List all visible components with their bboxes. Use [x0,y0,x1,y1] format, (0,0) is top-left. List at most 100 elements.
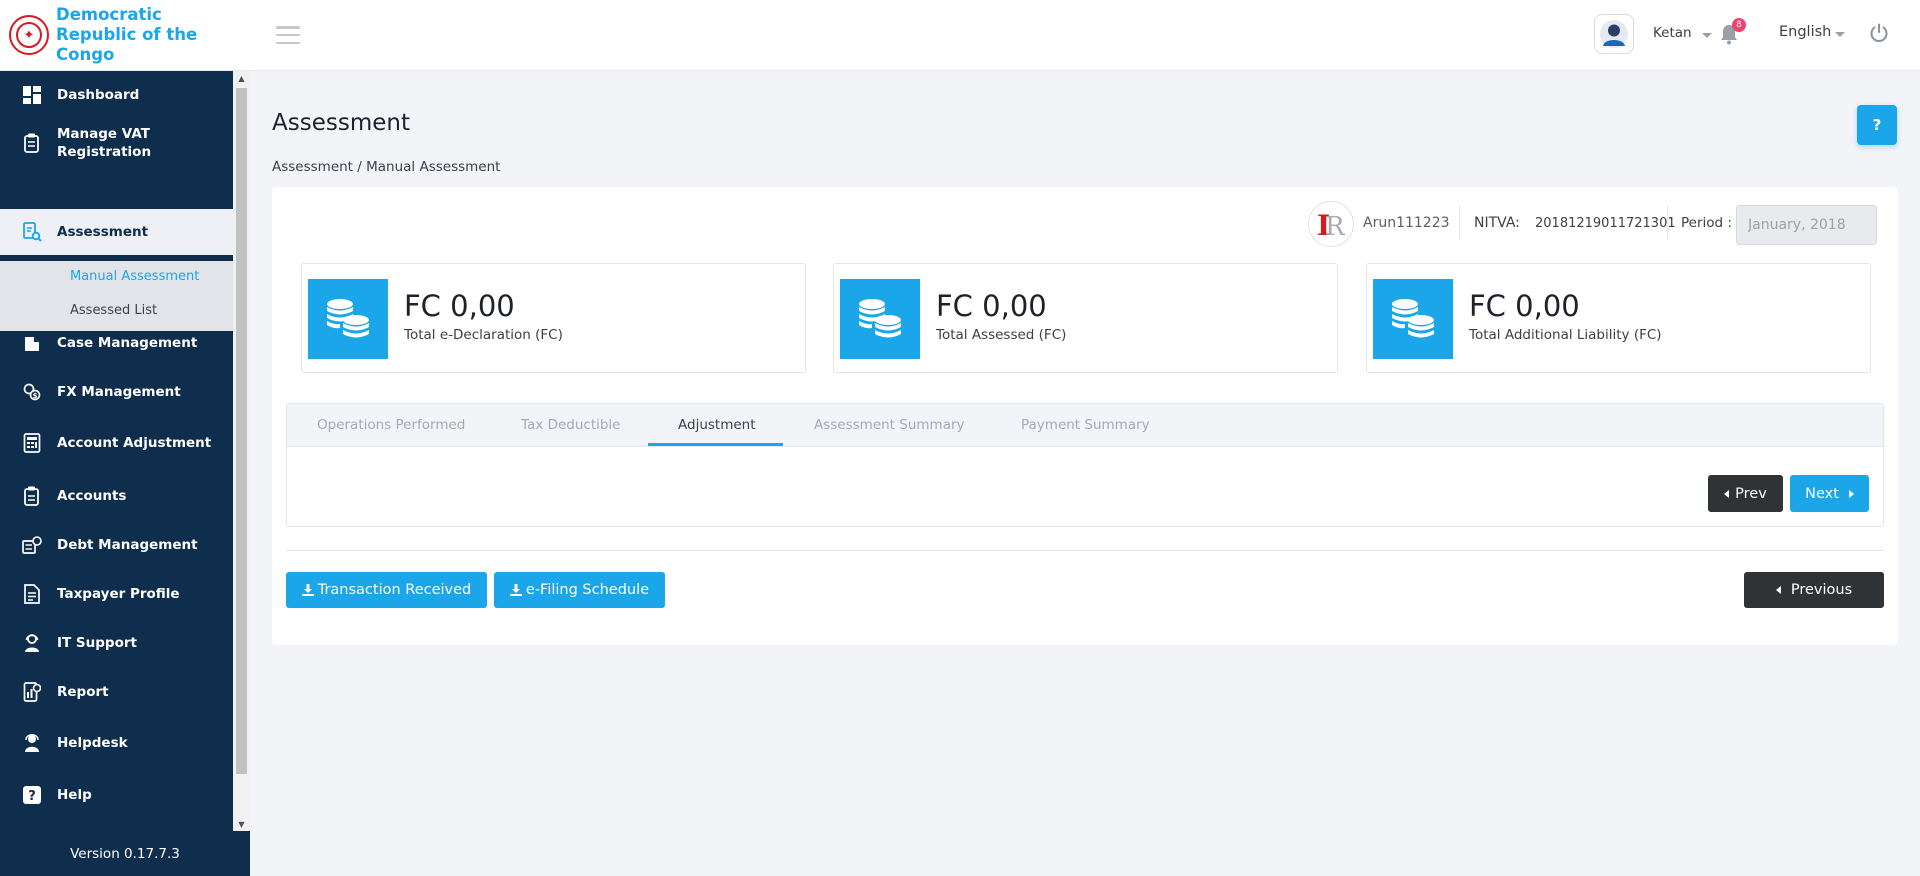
sidebar-menu: Dashboard Manage VAT Registration Assess… [0,71,233,831]
registration-icon [22,133,42,153]
user-menu-chevron-down-icon[interactable] [1702,33,1712,38]
efiling-schedule-label: e-Filing Schedule [525,582,650,598]
header-divider [1667,205,1668,240]
stat-label: Total Additional Liability (FC) [1469,327,1662,343]
sidebar-item-label: Help [57,787,92,803]
coins-icon [840,279,920,359]
sidebar-item-assessment[interactable]: Assessment [0,209,233,255]
efiling-schedule-button[interactable]: e-Filing Schedule [494,572,665,608]
sidebar-item-case-management[interactable]: Case Management [0,327,233,359]
next-button-label: Next [1805,485,1839,502]
tabs-bar: Operations Performed Tax Deductible Adju… [287,404,1883,447]
caret-left-icon [1775,586,1781,594]
tab-assessment-summary[interactable]: Assessment Summary [814,417,965,433]
sidebar-item-label: Assessment [57,224,149,240]
download-icon [301,584,314,596]
sidebar-item-account-adjustment[interactable]: Account Adjustment [0,427,233,459]
prev-button[interactable]: Prev [1708,475,1783,512]
period-label: Period : [1681,215,1732,231]
transaction-received-label: Transaction Received [317,582,472,598]
tab-tax-deductible[interactable]: Tax Deductible [521,417,620,433]
sidebar-item-vat-registration[interactable]: Manage VAT Registration [0,122,233,164]
hamburger-menu-icon[interactable] [276,26,300,44]
sidebar-item-label: Debt Management [57,537,198,553]
previous-button[interactable]: Previous [1744,572,1884,608]
scroll-down-arrow-icon[interactable]: ▼ [233,817,250,831]
sidebar-item-label: Case Management [57,335,198,351]
coins-icon [1373,279,1453,359]
language-chevron-down-icon[interactable] [1835,32,1845,37]
brand[interactable]: ✦ Democratic Republic of the Congo [0,0,250,71]
user-name[interactable]: Ketan [1653,25,1692,41]
previous-button-label: Previous [1790,582,1853,598]
top-header: Ketan 8 English [250,0,1920,71]
assessment-submenu: Manual Assessment Assessed List [0,261,233,331]
nitva-label: NITVA: [1474,215,1520,231]
breadcrumb: Assessment / Manual Assessment [272,159,501,175]
language-selector[interactable]: English [1779,24,1831,40]
transaction-received-button[interactable]: Transaction Received [286,572,487,608]
debt-icon [22,535,42,555]
sidebar-item-label: IT Support [57,635,137,651]
stat-label: Total e-Declaration (FC) [404,327,563,343]
sidebar-scrollbar[interactable]: ▲ ▼ [233,71,250,831]
caret-right-icon [1848,489,1854,498]
logout-power-icon[interactable] [1868,22,1890,44]
sidebar-item-label: Report [57,684,109,700]
stat-value: FC 0,00 [1469,289,1580,323]
stat-label: Total Assessed (FC) [936,327,1067,343]
next-button[interactable]: Next [1790,475,1869,512]
sidebar-item-label: Helpdesk [57,735,128,751]
submenu-item-assessed-list[interactable]: Assessed List [70,303,157,318]
sidebar-item-help[interactable]: ? Help [0,779,233,811]
stat-value: FC 0,00 [404,289,515,323]
tab-operations-performed[interactable]: Operations Performed [317,417,465,433]
sidebar-item-label: Accounts [57,488,127,504]
header-divider [1459,205,1460,240]
adjustment-icon [22,433,42,453]
sidebar-item-label: Dashboard [57,87,140,103]
tabs-panel: Operations Performed Tax Deductible Adju… [286,403,1884,527]
scroll-up-arrow-icon[interactable]: ▲ [233,71,250,85]
submenu-item-manual-assessment[interactable]: Manual Assessment [70,269,199,284]
avatar[interactable] [1594,14,1634,54]
app-version: Version 0.17.7.3 [70,845,180,862]
sidebar-item-it-support[interactable]: IT Support [0,627,233,659]
sidebar-item-helpdesk[interactable]: Helpdesk [0,727,233,759]
sidebar-item-fx-management[interactable]: $ FX Management [0,376,233,408]
tab-payment-summary[interactable]: Payment Summary [1021,417,1150,433]
sidebar-item-report[interactable]: Report [0,676,233,708]
sidebar: ✦ Democratic Republic of the Congo Dashb… [0,0,250,876]
active-tab-indicator [648,443,783,446]
prev-button-label: Prev [1735,485,1767,502]
sidebar-item-debt-management[interactable]: Debt Management [0,529,233,561]
helpdesk-icon [22,733,42,753]
stat-total-additional-liability: FC 0,00 Total Additional Liability (FC) [1366,263,1871,373]
fx-icon: $ [22,382,42,402]
download-icon [509,584,522,596]
case-icon [22,333,42,353]
accounts-icon [22,486,42,506]
dashboard-icon [22,85,42,105]
svg-text:$: $ [33,392,38,400]
brand-name: Democratic Republic of the Congo [56,5,250,65]
help-button[interactable]: ? [1857,105,1897,145]
sidebar-item-label: Taxpayer Profile [57,586,180,602]
sidebar-item-dashboard[interactable]: Dashboard [0,79,233,111]
svg-text:R: R [1325,212,1346,239]
help-icon: ? [22,785,42,805]
tab-adjustment[interactable]: Adjustment [678,417,756,433]
stat-total-assessed: FC 0,00 Total Assessed (FC) [833,263,1338,373]
emblem-logo: ✦ [9,15,49,55]
taxpayer-logo: IR [1308,201,1354,247]
nitva-value: 20181219011721301 [1535,216,1676,231]
assessment-icon [22,222,42,242]
stat-total-e-declaration: FC 0,00 Total e-Declaration (FC) [301,263,806,373]
period-field[interactable] [1736,205,1877,245]
sidebar-item-taxpayer-profile[interactable]: Taxpayer Profile [0,578,233,610]
page-title: Assessment [272,110,410,136]
sidebar-item-accounts[interactable]: Accounts [0,480,233,512]
taxpayer-name: Arun111223 [1363,215,1450,231]
profile-icon [22,584,42,604]
scrollbar-thumb[interactable] [236,88,247,774]
